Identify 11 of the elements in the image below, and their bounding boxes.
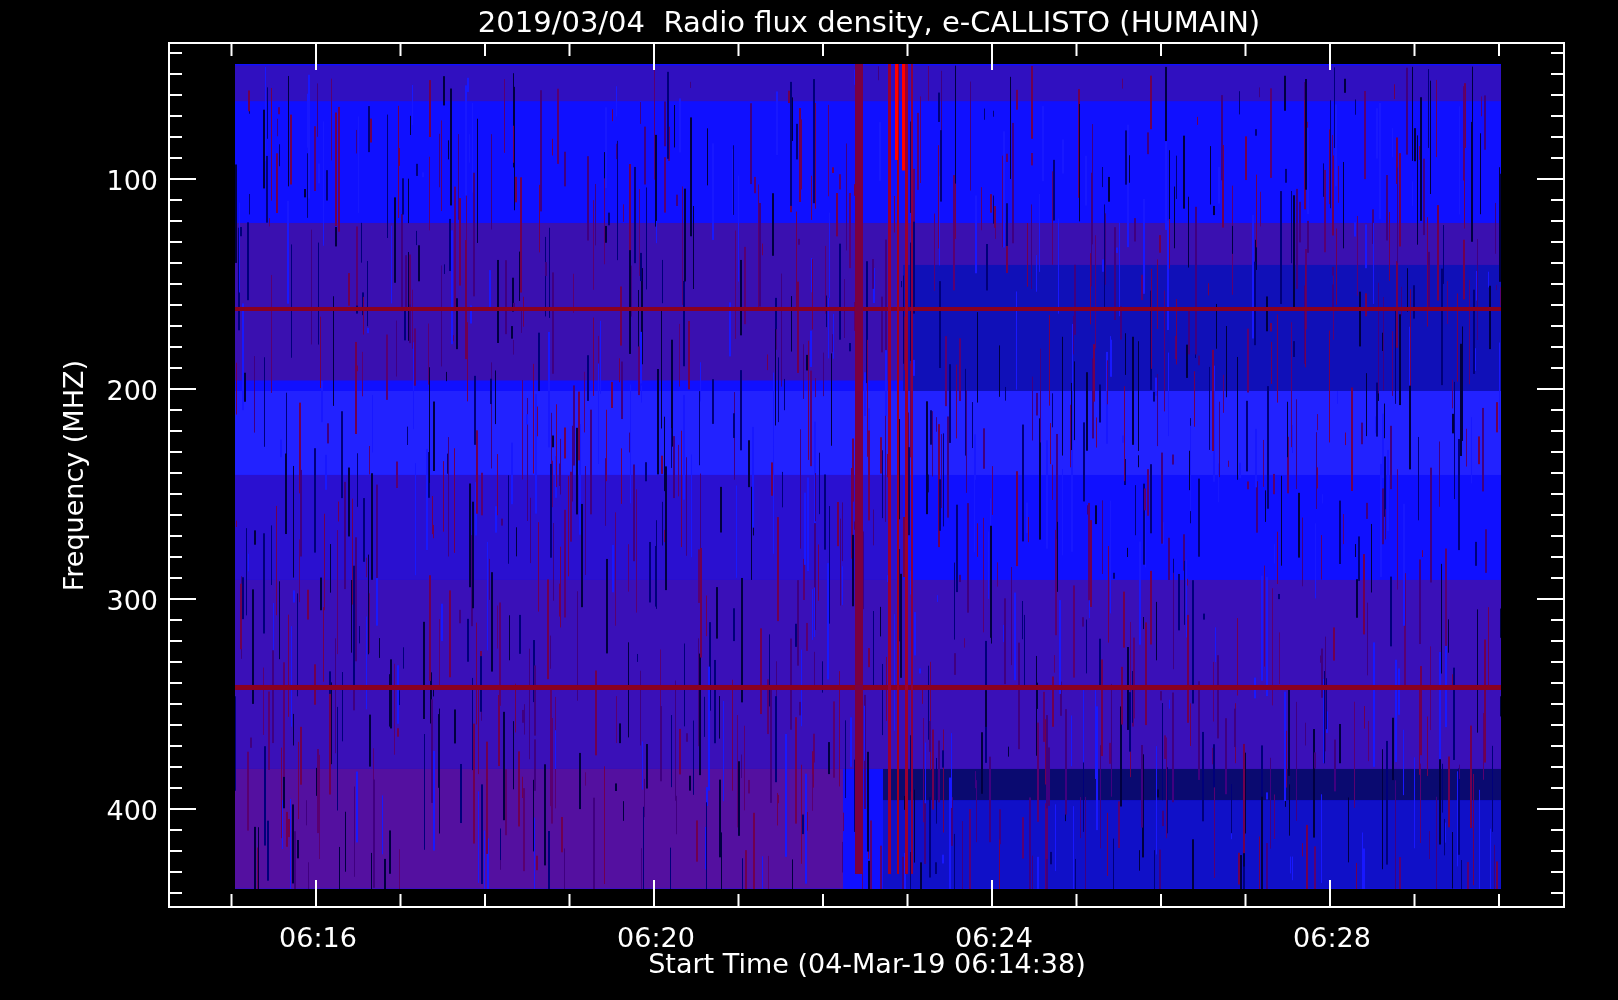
x-axis-title: Start Time (04-Mar-19 06:14:38) <box>647 950 1087 977</box>
x-tick-label: 06:16 <box>278 924 358 951</box>
y-tick-label: 400 <box>105 797 158 824</box>
y-tick-label: 200 <box>105 377 158 404</box>
chart-title: 2019/03/04 Radio flux density, e-CALLISTO (HUMAIN) <box>477 7 1261 37</box>
x-tick-label: 06:20 <box>616 924 696 951</box>
y-tick-label: 100 <box>105 167 158 194</box>
y-axis-title: Frequency (MHZ) <box>60 360 87 592</box>
x-tick-label: 06:24 <box>954 924 1034 951</box>
y-tick-label: 300 <box>105 587 158 614</box>
x-tick-label: 06:28 <box>1292 924 1372 951</box>
